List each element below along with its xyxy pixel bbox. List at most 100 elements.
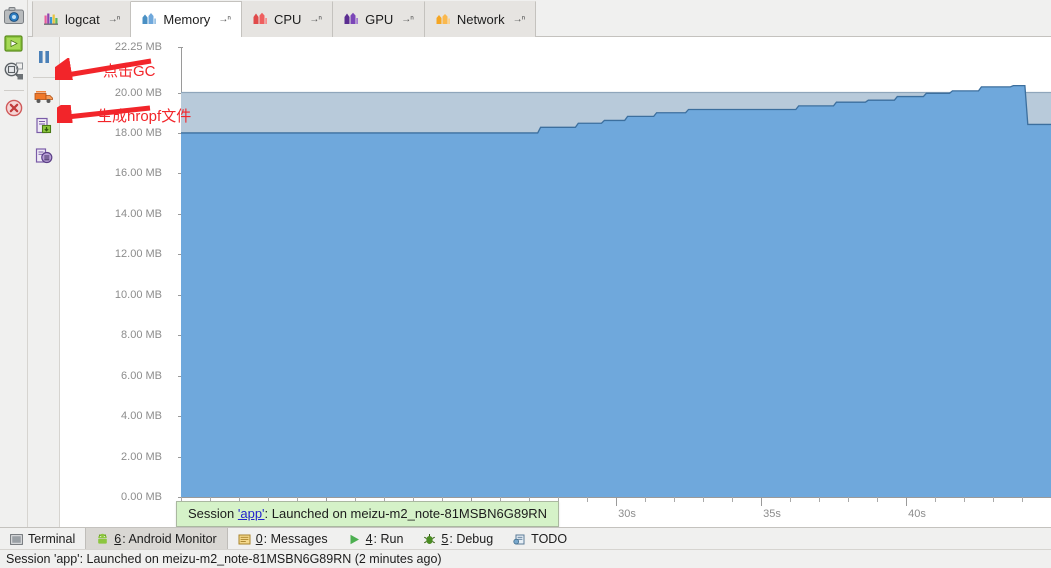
y-axis-tick-label: 20.00 MB	[114, 86, 162, 99]
x-axis-minor-tick	[674, 497, 675, 502]
tab-detach-arrow-icon[interactable]: →ⁿ	[218, 14, 231, 25]
x-axis-major-tick	[761, 497, 762, 506]
bottom-item-debug[interactable]: 5 : Debug	[413, 528, 503, 550]
messages-icon	[238, 533, 251, 546]
x-axis-minor-tick	[645, 497, 646, 502]
run-icon	[348, 533, 361, 546]
tab-detach-arrow-icon[interactable]: →ⁿ	[309, 14, 322, 25]
bottom-item-mnemonic: 6	[114, 532, 122, 546]
x-axis-tick-label: 40s	[908, 508, 926, 520]
bottom-item-run[interactable]: 4 : Run	[338, 528, 414, 550]
series-area-allocated	[181, 85, 1051, 497]
x-axis-minor-tick	[732, 497, 733, 502]
bottom-item-todo[interactable]: TODO	[503, 528, 577, 550]
y-axis-tick-label: 14.00 MB	[114, 207, 162, 220]
toast-prefix: Session	[188, 506, 238, 521]
logcat-icon	[44, 12, 59, 27]
left-tool-rail	[0, 0, 28, 527]
annotation-label-heap-dump: 生成hropf文件	[97, 108, 192, 125]
toast-app-link[interactable]: 'app'	[238, 506, 265, 521]
screen-record-icon[interactable]	[2, 31, 26, 55]
terminal-icon	[10, 533, 23, 546]
terminate-application-icon[interactable]	[2, 96, 26, 120]
x-axis-minor-tick	[790, 497, 791, 502]
y-axis-tick-label: 22.25 MB	[114, 41, 162, 53]
tab-detach-arrow-icon[interactable]: →ⁿ	[513, 14, 526, 25]
dump-java-heap-icon[interactable]	[32, 114, 56, 138]
x-axis-major-tick	[906, 497, 907, 506]
initiate-gc-icon[interactable]	[32, 84, 56, 108]
screenshot-icon[interactable]	[2, 3, 26, 27]
tab-cpu[interactable]: CPU →ⁿ	[241, 1, 334, 37]
x-axis-minor-tick	[877, 497, 878, 502]
y-axis-tick-label: 0.00 MB	[121, 491, 162, 503]
pause-icon[interactable]	[32, 45, 56, 69]
y-axis-tick-label: 2.00 MB	[121, 450, 162, 463]
bottom-item-label: : Debug	[449, 532, 494, 546]
y-axis-tick-label: 4.00 MB	[121, 410, 162, 423]
bottom-item-terminal[interactable]: Terminal	[0, 528, 85, 550]
cpu-icon	[253, 12, 268, 27]
memory-area-chart	[181, 84, 1051, 497]
y-axis-tick-label: 8.00 MB	[121, 329, 162, 342]
x-axis-minor-tick	[848, 497, 849, 502]
x-axis-minor-tick	[964, 497, 965, 502]
x-axis-minor-tick	[703, 497, 704, 502]
y-axis-tick-label: 6.00 MB	[121, 369, 162, 382]
layout-inspector-icon[interactable]	[2, 59, 26, 83]
x-axis-minor-tick	[935, 497, 936, 502]
gpu-icon	[344, 12, 359, 27]
bottom-item-mnemonic: 4	[365, 532, 373, 546]
tab-label: Memory	[163, 12, 211, 27]
x-axis-tick-label: 30s	[618, 508, 636, 520]
x-axis-minor-tick	[993, 497, 994, 502]
x-axis-major-tick	[616, 497, 617, 506]
monitor-tab-bar: logcat →ⁿ Memory →ⁿ CPU →ⁿ GPU →ⁿ Networ…	[28, 0, 1051, 38]
bottom-item-mnemonic: 5	[441, 532, 449, 546]
bottom-item-mnemonic: 0	[255, 532, 263, 546]
tab-label: Network	[456, 12, 505, 27]
x-axis-tick-label: 35s	[763, 508, 781, 520]
tab-detach-arrow-icon[interactable]: →ⁿ	[401, 14, 414, 25]
session-toast-notification[interactable]: Session 'app': Launched on meizu-m2_note…	[176, 501, 560, 527]
android-icon	[96, 533, 109, 546]
memory-plot-area[interactable]	[181, 47, 1051, 497]
x-axis-minor-tick	[819, 497, 820, 502]
tool-window-bar: Terminal 6 : Android Monitor 0: Message…	[0, 527, 1051, 550]
bottom-item-label: : Run	[373, 532, 404, 546]
tab-label: CPU	[273, 12, 302, 27]
tab-label: logcat	[65, 12, 100, 27]
tab-label: GPU	[365, 12, 394, 27]
tab-detach-arrow-icon[interactable]: →ⁿ	[108, 14, 121, 25]
annotation-label-gc: 点击GC	[103, 63, 156, 80]
start-allocation-tracking-icon[interactable]	[32, 144, 56, 168]
status-bar: Session 'app': Launched on meizu-m2_note…	[0, 549, 1051, 568]
rail-divider	[32, 77, 55, 78]
bottom-item-label: Terminal	[28, 532, 76, 546]
todo-icon	[513, 533, 526, 546]
bottom-item-label: TODO	[531, 532, 568, 546]
rail-divider	[3, 90, 24, 91]
tab-memory[interactable]: Memory →ⁿ	[131, 1, 242, 38]
y-axis-tick-label: 16.00 MB	[114, 167, 162, 180]
toast-suffix: : Launched on meizu-m2_note-81MSBN6G89RN	[264, 506, 548, 521]
memory-chart-panel[interactable]: 22.25 MB 20.00 MB 18.00 MB 16.00 MB 14.00 MB…	[60, 37, 1051, 527]
status-bar-text: Session 'app': Launched on meizu-m2_note…	[6, 552, 442, 566]
bottom-item-label: : Android Monitor	[122, 532, 217, 546]
debug-icon	[423, 533, 436, 546]
tab-gpu[interactable]: GPU →ⁿ	[333, 1, 425, 37]
y-axis-tick-label: 18.00 MB	[114, 126, 162, 139]
bottom-item-android-monitor[interactable]: 6 : Android Monitor	[85, 528, 228, 550]
memory-icon	[142, 12, 157, 27]
memory-monitor-tool-rail	[28, 37, 60, 527]
y-axis-tick-label: 10.00 MB	[114, 288, 162, 301]
bottom-item-label: : Messages	[263, 532, 328, 546]
tab-network[interactable]: Network →ⁿ	[424, 1, 537, 37]
tab-logcat[interactable]: logcat →ⁿ	[32, 1, 132, 37]
bottom-item-messages[interactable]: 0 : Messages	[228, 528, 338, 550]
network-icon	[436, 12, 451, 27]
y-axis-tick-label: 12.00 MB	[114, 248, 162, 261]
android-monitor-window: logcat →ⁿ Memory →ⁿ CPU →ⁿ GPU →ⁿ Networ…	[0, 0, 1051, 568]
x-axis-minor-tick	[1022, 497, 1023, 502]
x-axis-minor-tick	[587, 497, 588, 502]
